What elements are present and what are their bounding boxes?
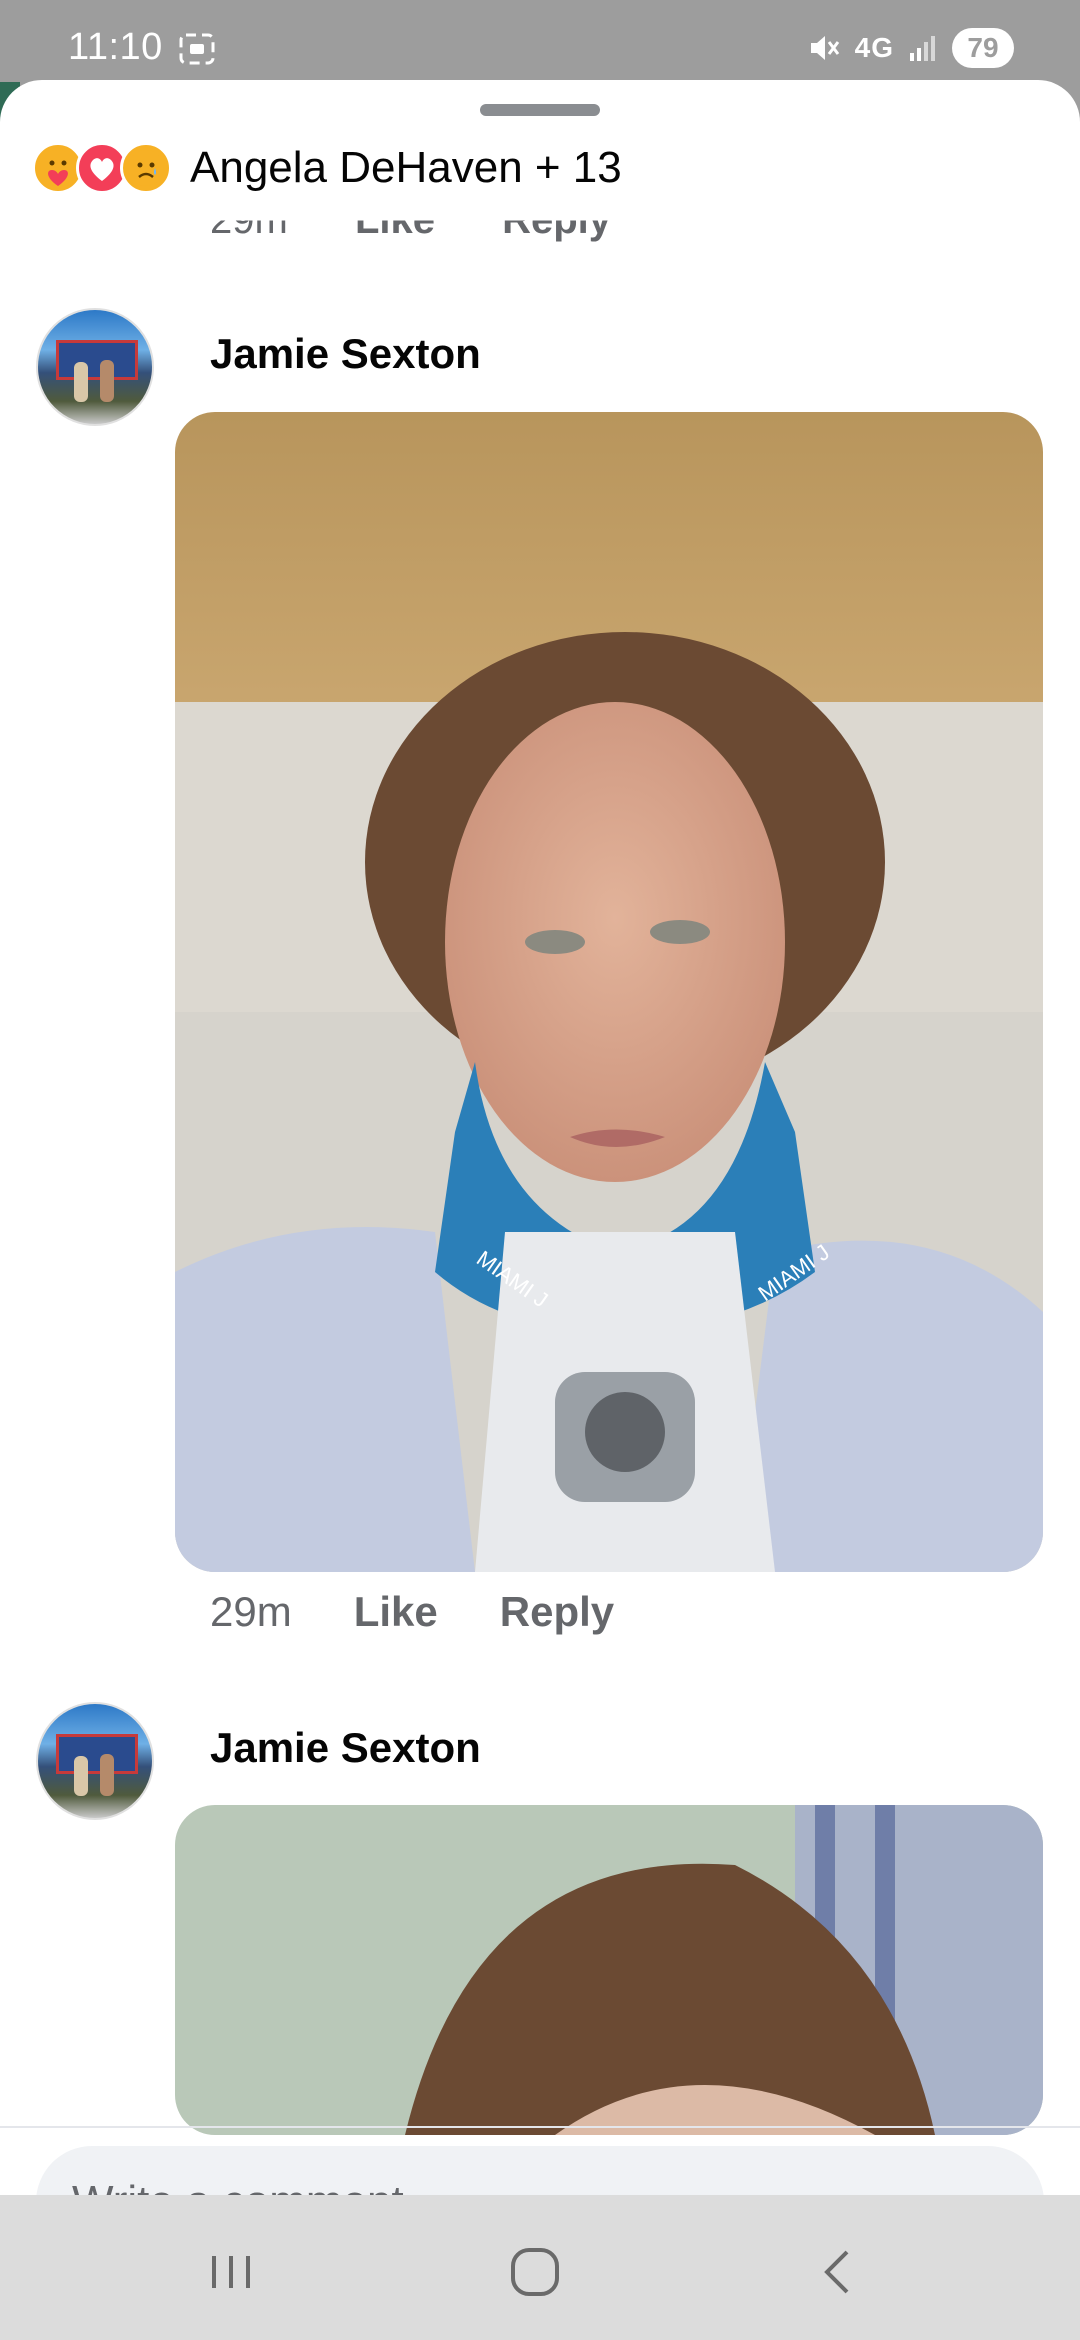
back-button[interactable]: [804, 2237, 874, 2307]
reactions-summary[interactable]: Angela DeHaven + 13: [32, 142, 622, 194]
recent-apps-icon: [212, 2256, 250, 2288]
battery-level: 79: [952, 28, 1014, 68]
home-button[interactable]: [500, 2237, 570, 2307]
comment-photo[interactable]: [175, 1805, 1043, 2135]
status-indicators: 4G 79: [807, 28, 1014, 68]
system-nav-bar: [0, 2195, 1080, 2340]
comment-actions: 29m Like Reply: [210, 1588, 614, 1636]
reactions-count-text: Angela DeHaven + 13: [190, 143, 622, 192]
status-time: 11:10: [68, 26, 163, 68]
comment-composer[interactable]: [36, 2146, 1044, 2195]
sad-reaction-icon: [120, 142, 172, 194]
signal-icon: [910, 36, 935, 61]
comment-input[interactable]: [72, 2177, 1044, 2195]
like-button[interactable]: Like: [354, 1588, 438, 1636]
mute-icon: [810, 36, 839, 60]
previous-comment-like-button[interactable]: Like: [355, 221, 435, 243]
reaction-icons: [32, 142, 172, 194]
reply-button[interactable]: Reply: [500, 1588, 614, 1636]
comment-photo[interactable]: MIAMI J MIAMI J: [175, 412, 1043, 1572]
composer-divider: [0, 2126, 1080, 2128]
previous-comment-reply-button[interactable]: Reply: [502, 221, 611, 243]
previous-comment-time: 29m: [210, 198, 288, 243]
recent-apps-button[interactable]: [196, 2237, 266, 2307]
screenshot-icon: [179, 33, 215, 65]
sheet-grab-handle[interactable]: [480, 104, 600, 116]
previous-comment-actions: 29m Like Reply: [210, 198, 667, 244]
comment-author[interactable]: Jamie Sexton: [210, 1724, 481, 1772]
comment-time: 29m: [210, 1588, 292, 1635]
comments-sheet: Angela DeHaven + 13 29m Like Reply Jamie…: [0, 80, 1080, 2195]
network-type: 4G: [854, 32, 894, 63]
avatar[interactable]: [36, 1702, 154, 1820]
back-icon: [824, 2250, 849, 2294]
home-icon: [511, 2248, 559, 2296]
comment-author[interactable]: Jamie Sexton: [210, 330, 481, 378]
avatar[interactable]: [36, 308, 154, 426]
status-bar: 11:10 4G 79: [0, 0, 1080, 82]
